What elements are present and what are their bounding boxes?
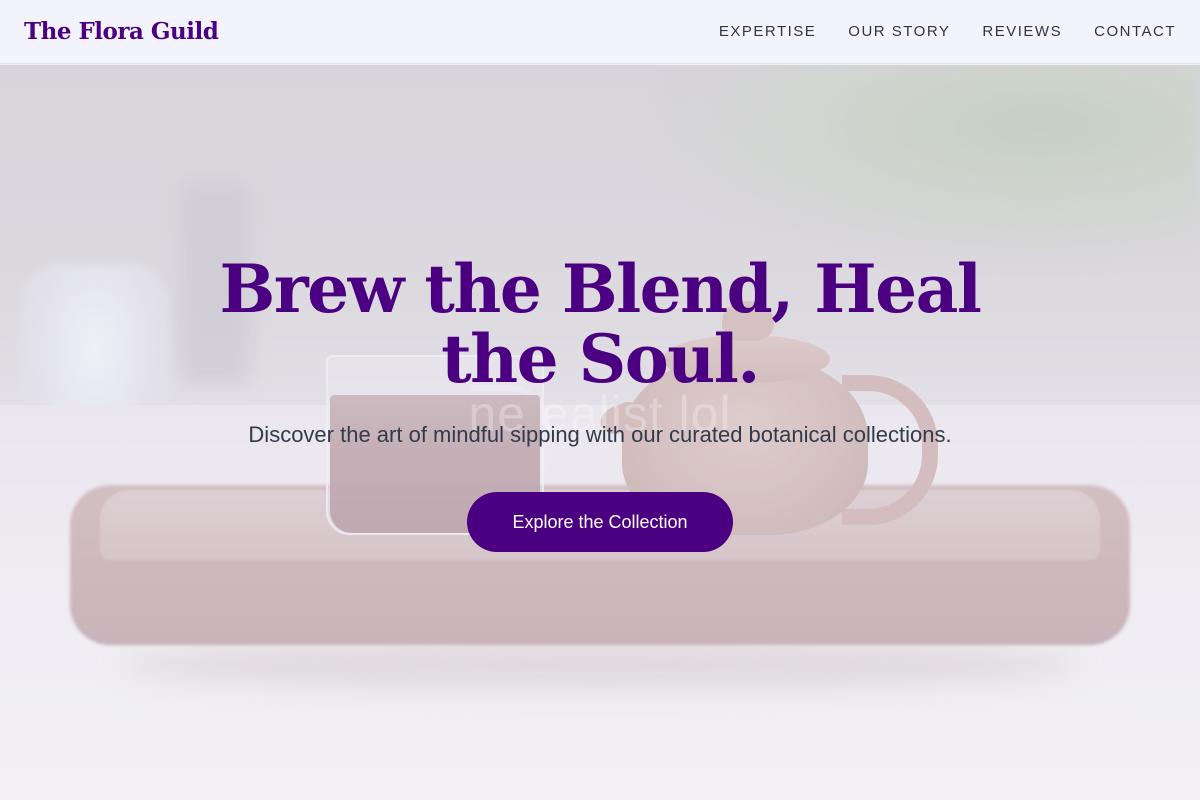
main-nav: EXPERTISE OUR STORY REVIEWS CONTACT: [719, 23, 1176, 40]
nav-link-reviews[interactable]: REVIEWS: [982, 23, 1062, 40]
nav-link-expertise[interactable]: EXPERTISE: [719, 23, 816, 40]
nav-link-our-story[interactable]: OUR STORY: [848, 23, 950, 40]
explore-collection-button[interactable]: Explore the Collection: [467, 492, 733, 552]
hero-headline: Brew the Blend, Heal the Soul.: [219, 250, 982, 398]
hero-subheadline: Discover the art of mindful sipping with…: [248, 422, 952, 447]
hero-content: Brew the Blend, Heal the Soul. Discover …: [0, 254, 1200, 552]
nav-link-contact[interactable]: CONTACT: [1094, 23, 1176, 40]
brand-logo[interactable]: The Flora Guild: [24, 18, 219, 45]
site-header: The Flora Guild EXPERTISE OUR STORY REVI…: [0, 0, 1200, 64]
